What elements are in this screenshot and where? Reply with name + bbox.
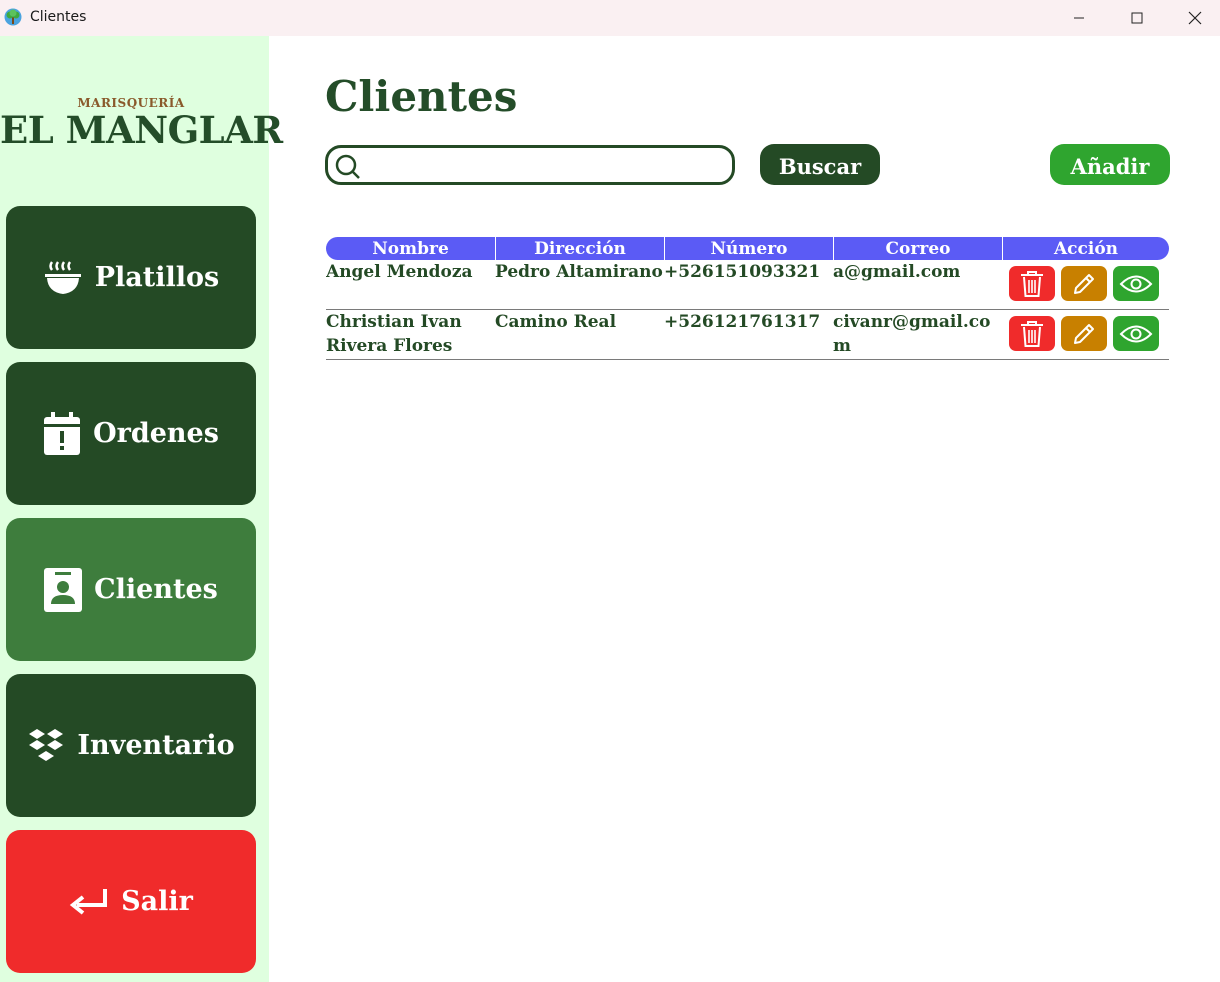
table-header: Nombre Dirección Número Correo Acción xyxy=(326,237,1169,260)
sidebar-item-label: Inventario xyxy=(77,730,235,761)
cell-numero: +526121761317 xyxy=(664,312,821,332)
pencil-icon xyxy=(1074,323,1094,344)
cell-nombre: Angel Mendoza xyxy=(326,262,473,282)
column-header-correo: Correo xyxy=(833,237,1002,260)
view-button[interactable] xyxy=(1113,266,1159,301)
cell-acciones xyxy=(1002,310,1169,359)
trash-icon xyxy=(1021,270,1043,297)
column-header-nombre: Nombre xyxy=(372,239,449,259)
cell-direccion: Camino Real xyxy=(495,312,617,332)
cell-numero: +526151093321 xyxy=(664,262,821,282)
maximize-icon xyxy=(1131,12,1143,24)
sidebar-item-inventario[interactable]: Inventario xyxy=(6,674,256,817)
view-button[interactable] xyxy=(1113,316,1159,351)
cell-correo: civanr@gmail.com xyxy=(833,312,991,356)
eye-icon xyxy=(1119,275,1153,292)
minimize-button[interactable] xyxy=(1050,0,1108,36)
close-button[interactable] xyxy=(1166,0,1220,36)
cell-direccion: Pedro Altamirano xyxy=(495,262,663,282)
clients-table: Nombre Dirección Número Correo Acción An… xyxy=(326,237,1169,360)
sidebar-item-clientes[interactable]: Clientes xyxy=(6,518,256,661)
eye-icon xyxy=(1119,325,1153,342)
sidebar-item-label: Clientes xyxy=(94,574,218,605)
trash-icon xyxy=(1021,320,1043,347)
cell-nombre: Christian Ivan Rivera Flores xyxy=(326,312,462,356)
search-button[interactable]: Buscar xyxy=(760,144,880,185)
sidebar: MARISQUERÍA EL MANGLAR Platillos Ordenes… xyxy=(0,36,283,982)
calendar-alert-icon xyxy=(44,411,81,455)
window-title: Clientes xyxy=(30,9,87,25)
close-icon xyxy=(1188,11,1202,25)
delete-button[interactable] xyxy=(1009,316,1055,351)
search-input[interactable] xyxy=(364,152,728,180)
add-button[interactable]: Añadir xyxy=(1050,144,1170,185)
pencil-icon xyxy=(1074,273,1094,294)
logo-title: EL MANGLAR xyxy=(0,108,283,152)
bowl-icon xyxy=(44,260,81,294)
edit-button[interactable] xyxy=(1061,316,1107,351)
sidebar-item-label: Ordenes xyxy=(93,418,219,449)
sidebar-item-salir[interactable]: Salir xyxy=(6,830,256,973)
delete-button[interactable] xyxy=(1009,266,1055,301)
contact-card-icon xyxy=(44,567,83,612)
column-header-direccion: Dirección xyxy=(495,237,664,260)
cell-acciones xyxy=(1002,260,1169,309)
sidebar-item-label: Platillos xyxy=(94,262,220,293)
page-title: Clientes xyxy=(325,72,518,121)
return-arrow-icon xyxy=(69,888,108,915)
sidebar-item-ordenes[interactable]: Ordenes xyxy=(6,362,256,505)
sidebar-item-platillos[interactable]: Platillos xyxy=(6,206,256,349)
window-titlebar: Clientes xyxy=(0,0,1220,36)
table-row: Christian Ivan Rivera Flores Camino Real… xyxy=(326,310,1169,360)
column-header-accion: Acción xyxy=(1002,237,1169,260)
column-header-numero: Número xyxy=(664,237,833,260)
cell-correo: a@gmail.com xyxy=(833,262,961,282)
table-row: Angel Mendoza Pedro Altamirano +52615109… xyxy=(326,260,1169,310)
minimize-icon xyxy=(1074,17,1084,19)
app-tree-icon xyxy=(4,8,22,26)
boxes-icon xyxy=(29,728,64,761)
sidebar-item-label: Salir xyxy=(121,886,193,917)
edit-button[interactable] xyxy=(1061,266,1107,301)
search-field[interactable] xyxy=(325,145,735,185)
maximize-button[interactable] xyxy=(1108,0,1166,36)
search-icon xyxy=(335,154,360,179)
